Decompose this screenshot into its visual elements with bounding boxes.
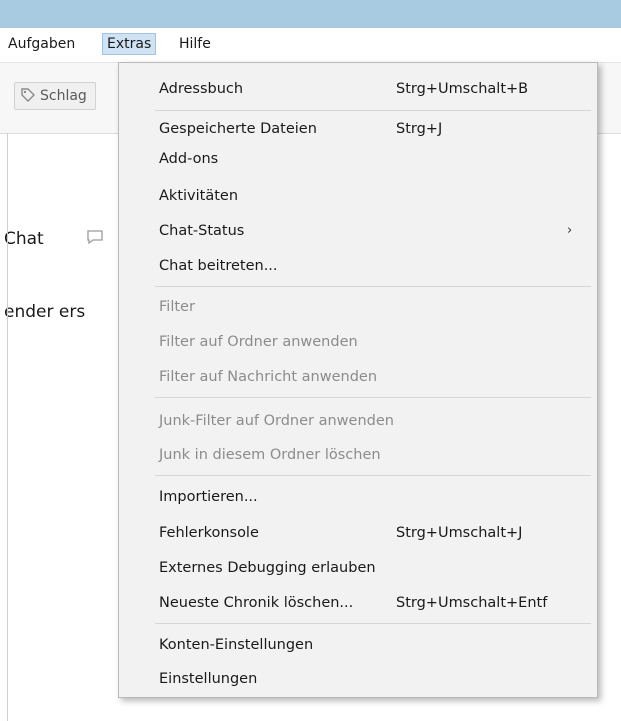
tag-button[interactable]: Schlag <box>14 82 96 110</box>
menu-aufgaben[interactable]: Aufgaben <box>4 34 79 54</box>
menu-item-label: Junk in diesem Ordner löschen <box>159 447 381 463</box>
menu-separator <box>155 286 591 287</box>
menu-item-filter-auf-nachricht: Filter auf Nachricht anwenden <box>119 362 597 392</box>
menu-item-junk-loeschen: Junk in diesem Ordner löschen <box>119 440 597 470</box>
menu-item-label: Aktivitäten <box>159 188 239 204</box>
menu-item-label: Externes Debugging erlauben <box>159 560 376 576</box>
menu-item-chat-beitreten[interactable]: Chat beitreten... <box>119 251 597 281</box>
menu-item-label: Fehlerkonsole <box>159 525 259 541</box>
sender-text: ender ers <box>4 302 86 322</box>
thunderbird-window: Aufgaben Extras Hilfe Schlag Chat ender … <box>0 0 621 721</box>
menu-separator <box>155 475 591 476</box>
menu-item-aktivitaeten[interactable]: Aktivitäten <box>119 181 597 211</box>
left-panel-border <box>7 133 8 721</box>
menu-item-label: Filter auf Ordner anwenden <box>159 334 358 350</box>
title-bar <box>0 0 621 28</box>
menu-item-gespeicherte-dateien[interactable]: Gespeicherte Dateien Strg+J <box>119 114 597 144</box>
menu-item-label: Filter auf Nachricht anwenden <box>159 369 378 385</box>
menu-item-konten-einstellungen[interactable]: Konten-Einstellungen <box>119 630 597 660</box>
extras-dropdown-menu: Adressbuch Strg+Umschalt+B Gespeicherte … <box>118 62 598 698</box>
chat-bubble-icon <box>87 230 103 245</box>
menu-item-label: Neueste Chronik löschen... <box>159 595 354 611</box>
menu-item-shortcut: Strg+Umschalt+B <box>396 81 529 97</box>
menu-item-shortcut: Strg+Umschalt+J <box>396 525 523 541</box>
menu-extras[interactable]: Extras <box>102 33 157 55</box>
menu-item-shortcut: Strg+J <box>396 121 443 137</box>
menu-separator <box>155 623 591 624</box>
menu-item-label: Importieren... <box>159 489 258 505</box>
menu-item-label: Junk-Filter auf Ordner anwenden <box>159 413 394 429</box>
menu-hilfe[interactable]: Hilfe <box>175 34 215 54</box>
menu-item-externes-debugging[interactable]: Externes Debugging erlauben <box>119 553 597 583</box>
menu-item-add-ons[interactable]: Add-ons <box>119 144 597 174</box>
menu-item-label: Chat beitreten... <box>159 258 278 274</box>
menu-item-filter-auf-ordner: Filter auf Ordner anwenden <box>119 327 597 357</box>
chat-label: Chat <box>4 229 44 249</box>
menu-item-label: Adressbuch <box>159 81 244 97</box>
tag-icon <box>21 88 35 102</box>
menu-item-label: Chat-Status <box>159 223 245 239</box>
menu-item-fehlerkonsole[interactable]: Fehlerkonsole Strg+Umschalt+J <box>119 518 597 548</box>
menu-item-label: Filter <box>159 299 195 315</box>
submenu-arrow-icon: › <box>567 223 573 238</box>
menu-item-label: Einstellungen <box>159 671 258 687</box>
menu-item-shortcut: Strg+Umschalt+Entf <box>396 595 548 611</box>
menu-separator <box>155 110 591 111</box>
menu-item-label: Konten-Einstellungen <box>159 637 314 653</box>
menu-item-label: Add-ons <box>159 151 219 167</box>
menu-separator <box>155 397 591 398</box>
menu-item-junk-filter: Junk-Filter auf Ordner anwenden <box>119 406 597 436</box>
menu-item-einstellungen[interactable]: Einstellungen <box>119 664 597 694</box>
menu-item-chat-status[interactable]: Chat-Status › <box>119 216 597 246</box>
menu-item-filter: Filter <box>119 292 597 322</box>
menu-item-label: Gespeicherte Dateien <box>159 121 317 137</box>
menu-bar: Aufgaben Extras Hilfe <box>0 28 621 63</box>
menu-item-importieren[interactable]: Importieren... <box>119 482 597 512</box>
tag-button-label: Schlag <box>40 88 87 104</box>
menu-item-neueste-chronik[interactable]: Neueste Chronik löschen... Strg+Umschalt… <box>119 588 597 618</box>
menu-item-adressbuch[interactable]: Adressbuch Strg+Umschalt+B <box>119 74 597 104</box>
